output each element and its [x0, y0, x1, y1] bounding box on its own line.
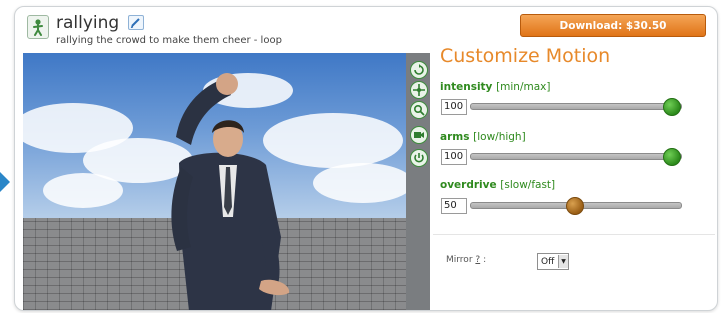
- zoom-icon[interactable]: [410, 101, 428, 119]
- mirror-select-value: Off: [541, 256, 555, 267]
- left-arrow-marker: [0, 172, 10, 192]
- download-button[interactable]: Download: $30.50: [520, 14, 706, 37]
- mirror-colon: :: [483, 255, 487, 265]
- viewer-toolbar: [406, 53, 430, 310]
- arms-slider-knob[interactable]: [663, 148, 681, 166]
- intensity-slider-knob[interactable]: [663, 98, 681, 116]
- mirror-label: Mirror ? :: [446, 255, 486, 265]
- arms-name: arms: [440, 131, 470, 143]
- motion-panel: rallying rallying the crowd to make them…: [14, 6, 718, 311]
- rotate-icon[interactable]: [410, 61, 428, 79]
- section-divider: [433, 234, 715, 235]
- camera-icon[interactable]: [410, 126, 428, 144]
- intensity-range: [min/max]: [496, 81, 551, 93]
- chevron-down-icon[interactable]: ▼: [558, 255, 568, 268]
- animation-description: rallying the crowd to make them cheer - …: [56, 35, 282, 46]
- overdrive-name: overdrive: [440, 179, 497, 191]
- intensity-label: intensity [min/max]: [440, 81, 550, 93]
- mirror-select[interactable]: Off ▼: [537, 253, 569, 270]
- edit-icon[interactable]: [128, 15, 144, 30]
- arms-label: arms [low/high]: [440, 131, 526, 143]
- animation-title: rallying: [56, 13, 120, 33]
- overdrive-value-field[interactable]: 50: [441, 198, 467, 214]
- arms-range: [low/high]: [473, 131, 526, 143]
- customize-title: Customize Motion: [440, 45, 611, 67]
- 3d-viewport[interactable]: [23, 53, 406, 310]
- overdrive-range: [slow/fast]: [500, 179, 556, 191]
- mirror-text: Mirror: [446, 255, 473, 265]
- overdrive-slider[interactable]: [470, 197, 682, 215]
- mirror-help-link[interactable]: ?: [475, 255, 480, 265]
- intensity-value-field[interactable]: 100: [441, 99, 467, 115]
- person-motion-icon: [27, 15, 49, 39]
- reset-icon[interactable]: [410, 149, 428, 167]
- intensity-slider[interactable]: [470, 98, 682, 116]
- arms-value-field[interactable]: 100: [441, 149, 467, 165]
- overdrive-label: overdrive [slow/fast]: [440, 179, 555, 191]
- overdrive-slider-knob[interactable]: [566, 197, 584, 215]
- character-figure: [171, 73, 290, 310]
- arms-slider[interactable]: [470, 148, 682, 166]
- intensity-name: intensity: [440, 81, 493, 93]
- move-icon[interactable]: [410, 81, 428, 99]
